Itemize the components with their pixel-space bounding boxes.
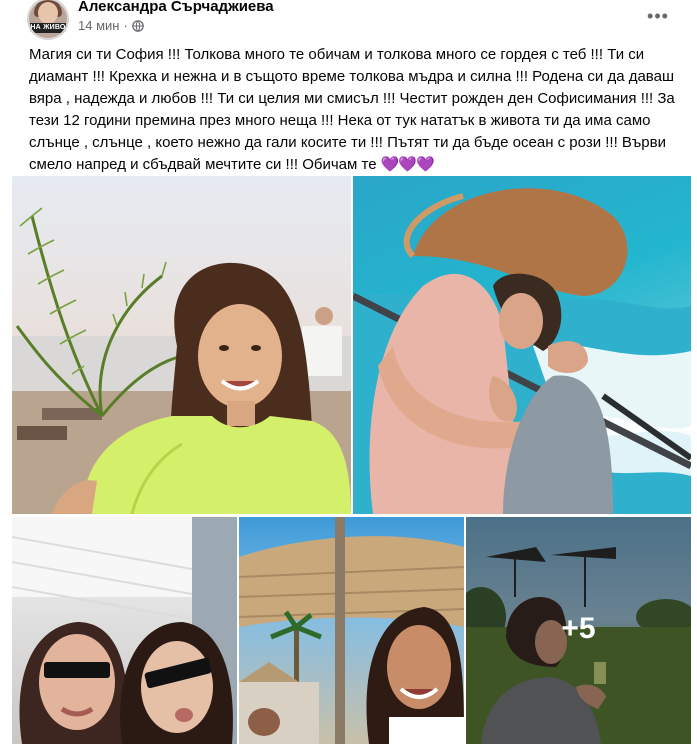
photo-boy-garden[interactable]: +5 (466, 517, 691, 744)
globe-icon[interactable] (131, 19, 144, 32)
post-body-text: Магия си ти София !!! Толкова много те о… (29, 46, 675, 173)
photo-mother-hugging-daughter-sea[interactable] (353, 176, 691, 514)
post-meta: 14 мин · (78, 18, 144, 33)
photo-beach-umbrella-selfie[interactable] (239, 517, 464, 744)
post-time[interactable]: 14 мин (78, 18, 119, 33)
more-options-icon: ••• (647, 5, 669, 26)
author-name[interactable]: Александра Сърчаджиева (78, 0, 274, 15)
more-options-button[interactable]: ••• (644, 2, 672, 30)
photo-selfie-sunglasses[interactable] (12, 517, 237, 744)
more-photos-overlay[interactable]: +5 (466, 517, 691, 744)
post-card: НА ЖИВО Александра Сърчаджиева 14 мин · … (0, 0, 697, 744)
photo-girl-palm-beach[interactable] (12, 176, 351, 514)
author-avatar[interactable]: НА ЖИВО (27, 0, 69, 40)
post-text: Магия си ти София !!! Толкова много те о… (29, 44, 681, 176)
purple-heart-emoji: 💜💜💜 (380, 156, 435, 173)
meta-separator: · (123, 18, 128, 33)
more-photos-count: +5 (561, 611, 596, 645)
